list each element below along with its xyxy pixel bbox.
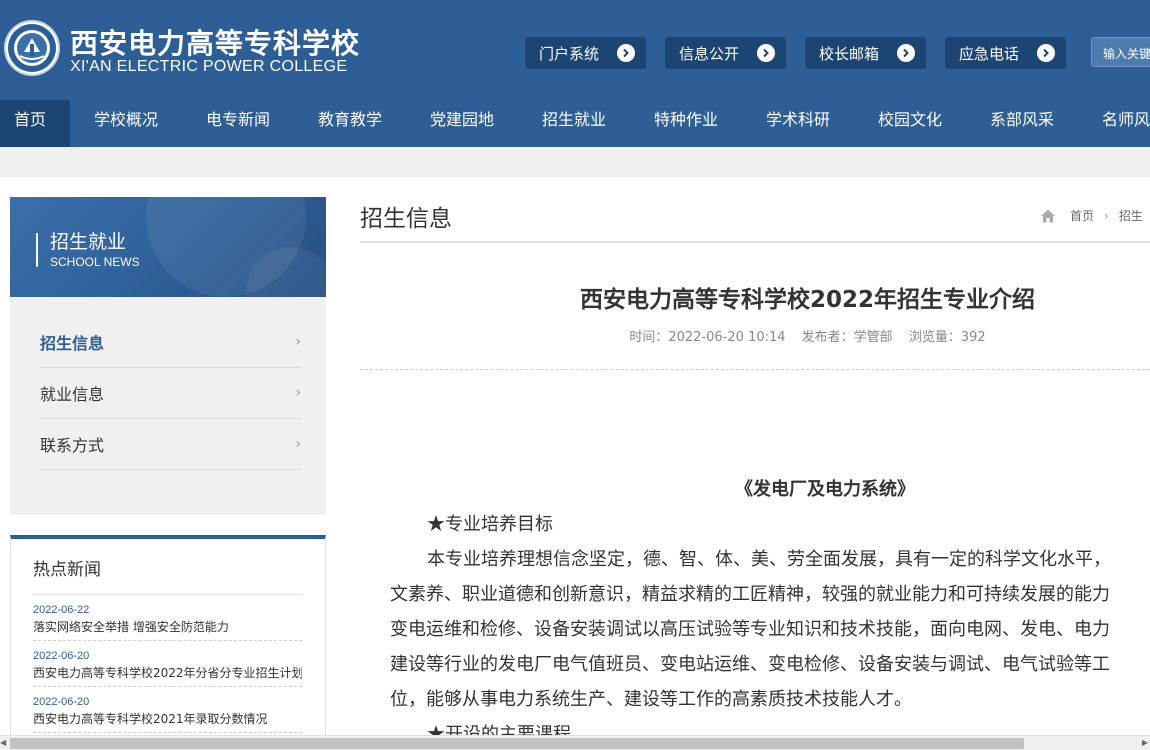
nav-item-about[interactable]: 学校概况 <box>70 100 182 147</box>
article-time: 时间：2022-06-20 10:14 <box>629 330 786 345</box>
nav-item-home[interactable]: 首页 <box>0 100 70 147</box>
sidebar-item-admission-info[interactable]: 招生信息 › <box>40 317 301 368</box>
news-link[interactable]: 落实网络安全举措 增强安全防范能力 <box>33 618 302 635</box>
breadcrumb: 首页 › 招生 <box>1040 207 1143 224</box>
scroll-left-icon[interactable]: ◀ <box>0 738 6 747</box>
quick-link-info-public[interactable]: 信息公开 <box>665 37 786 69</box>
sidebar-menu: 招生信息 › 就业信息 › 联系方式 › <box>10 297 326 515</box>
quick-link-principal-mail[interactable]: 校长邮箱 <box>805 37 926 69</box>
chevron-right-icon: › <box>295 334 301 350</box>
breadcrumb-current[interactable]: 招生 <box>1119 207 1143 224</box>
breadcrumb-home[interactable]: 首页 <box>1070 207 1094 224</box>
nav-item-departments[interactable]: 系部风采 <box>966 100 1078 147</box>
sidebar-subtitle: SCHOOL NEWS <box>50 255 140 269</box>
quick-links: 门户系统 信息公开 校长邮箱 应急电话 <box>525 37 1085 69</box>
site-header: 西安电力高等专科学校 XI'AN ELECTRIC POWER COLLEGE … <box>0 0 1150 100</box>
nav-item-party[interactable]: 党建园地 <box>406 100 518 147</box>
breadcrumb-separator: › <box>1104 208 1109 223</box>
arrow-right-icon <box>757 44 775 62</box>
search-input[interactable]: 输入关键 <box>1091 37 1150 67</box>
sidebar-item-contact[interactable]: 联系方式 › <box>40 419 301 470</box>
article-publisher: 发布者：学管部 <box>801 330 893 345</box>
horizontal-scrollbar[interactable]: ◀ ▶ <box>0 735 1150 750</box>
sidebar-item-label: 联系方式 <box>40 436 105 455</box>
article-subheading: ★专业培养目标 <box>427 514 553 535</box>
nav-item-news[interactable]: 电专新闻 <box>182 100 294 147</box>
article-line: 变电运维和检修、设备安装调试以高压试验等专业知识和技术技能，面向电网、发电、电力 <box>390 619 1110 640</box>
article-line: 本专业培养理想信念坚定，德、智、体、美、劳全面发展，具有一定的科学文化水平， <box>427 549 1111 570</box>
section-header: 招生信息 首页 › 招生 <box>360 197 1150 243</box>
article-line: 位，能够从事电力系统生产、建设等工作的高素质技术技能人才。 <box>390 689 912 710</box>
article-heading: 《发电厂及电力系统》 <box>735 479 915 500</box>
sidebar-title: 招生就业 <box>50 231 127 253</box>
sidebar-item-label: 招生信息 <box>40 334 105 353</box>
article-meta: 时间：2022-06-20 10:14 发布者：学管部 浏览量：392 <box>360 326 1150 345</box>
quick-link-portal[interactable]: 门户系统 <box>525 37 646 69</box>
list-item[interactable]: 2022-06-20 西安电力高等专科学校2021年录取分数情况 <box>33 687 302 733</box>
nav-item-special-ops[interactable]: 特种作业 <box>630 100 742 147</box>
home-icon[interactable] <box>1040 208 1056 224</box>
article-title: 西安电力高等专科学校2022年招生专业介绍 <box>579 287 1035 313</box>
nav-item-research[interactable]: 学术科研 <box>742 100 854 147</box>
divider <box>360 369 1150 370</box>
article-views: 浏览量：392 <box>908 330 986 345</box>
hot-news-panel: 热点新闻 2022-06-22 落实网络安全举措 增强安全防范能力 2022-0… <box>10 535 326 750</box>
news-date: 2022-06-22 <box>33 604 90 616</box>
article-line: 文素养、职业道德和创新意识，精益求精的工匠精神，较强的就业能力和可持续发展的能力 <box>390 584 1110 605</box>
quick-link-label: 门户系统 <box>539 44 600 63</box>
sidebar-item-label: 就业信息 <box>40 385 105 404</box>
hot-news-title: 热点新闻 <box>33 555 302 595</box>
news-date: 2022-06-20 <box>33 650 90 662</box>
main-nav: 首页 学校概况 电专新闻 教育教学 党建园地 招生就业 特种作业 学术科研 校园… <box>0 100 1150 147</box>
arrow-right-icon <box>617 44 635 62</box>
article-body: 《发电厂及电力系统》 ★专业培养目标 本专业培养理想信念坚定，德、智、体、美、劳… <box>390 472 1150 750</box>
nav-item-teachers[interactable]: 名师风 <box>1078 100 1150 147</box>
scrollbar-thumb[interactable] <box>10 738 1024 749</box>
arrow-right-icon <box>1037 44 1055 62</box>
quick-link-emergency-phone[interactable]: 应急电话 <box>945 37 1066 69</box>
list-item[interactable]: 2022-06-22 落实网络安全举措 增强安全防范能力 <box>33 595 302 641</box>
college-name-en: XI'AN ELECTRIC POWER COLLEGE <box>70 58 348 75</box>
news-link[interactable]: 西安电力高等专科学校2022年分省分专业招生计划 <box>33 664 302 681</box>
news-link[interactable]: 西安电力高等专科学校2021年录取分数情况 <box>33 710 302 727</box>
scroll-right-icon[interactable]: ▶ <box>1142 738 1148 747</box>
college-name-cn: 西安电力高等专科学校 <box>70 27 361 60</box>
chevron-right-icon: › <box>295 436 301 452</box>
article-line: 建设等行业的发电厂电气值班员、变电站运维、变电检修、设备安装与调试、电气试验等工 <box>390 654 1110 675</box>
nav-item-campus[interactable]: 校园文化 <box>854 100 966 147</box>
chevron-right-icon: › <box>295 385 301 401</box>
quick-link-label: 信息公开 <box>679 44 740 63</box>
sidebar-banner: 招生就业 SCHOOL NEWS <box>10 197 326 297</box>
list-item[interactable]: 2022-06-20 西安电力高等专科学校2022年分省分专业招生计划 <box>33 641 302 687</box>
nav-item-admission[interactable]: 招生就业 <box>518 100 630 147</box>
sidebar-item-employment-info[interactable]: 就业信息 › <box>40 368 301 419</box>
quick-link-label: 校长邮箱 <box>819 44 880 63</box>
nav-item-education[interactable]: 教育教学 <box>294 100 406 147</box>
arrow-right-icon <box>897 44 915 62</box>
gray-band <box>0 147 1150 177</box>
college-logo-icon[interactable] <box>4 20 60 76</box>
news-date: 2022-06-20 <box>33 696 90 708</box>
section-title: 招生信息 <box>360 206 452 232</box>
quick-link-label: 应急电话 <box>959 44 1020 63</box>
banner-bar <box>36 233 38 267</box>
